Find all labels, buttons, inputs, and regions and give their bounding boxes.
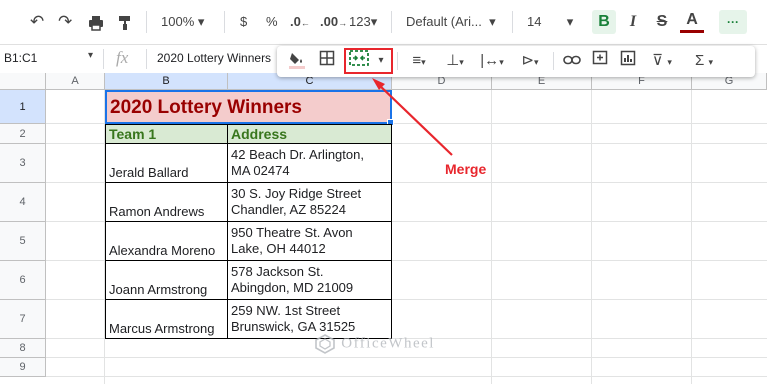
annotation-arrow bbox=[372, 78, 453, 156]
annotation-label: Merge bbox=[445, 161, 487, 177]
